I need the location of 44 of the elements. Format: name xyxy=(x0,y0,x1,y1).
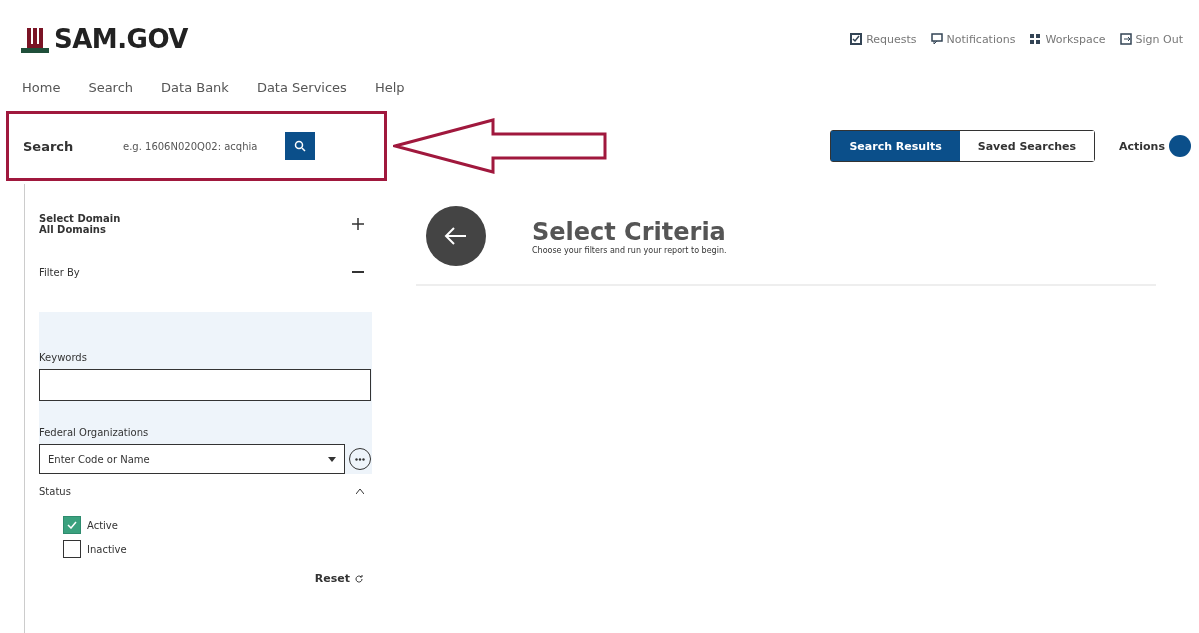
search-label: Search xyxy=(23,138,75,154)
chat-icon xyxy=(930,33,943,45)
search-icon xyxy=(294,140,306,152)
nav-link[interactable]: Help xyxy=(374,80,405,108)
criteria-subtitle: Choose your filters and run your report to begin. xyxy=(532,245,727,255)
hat-icon xyxy=(20,26,50,54)
header-link[interactable]: Workspace xyxy=(1029,32,1106,46)
nav-link[interactable]: Data Bank xyxy=(161,80,229,108)
view-tab[interactable]: Search Results xyxy=(831,131,960,161)
nav-link[interactable]: Search xyxy=(88,80,134,108)
reset-link[interactable]: Reset xyxy=(314,572,364,585)
nav-link[interactable]: Home xyxy=(22,80,61,108)
organization-dropdown[interactable]: Enter Code or Name xyxy=(39,444,345,474)
site-logo[interactable]: SAM.GOV xyxy=(54,24,188,54)
domain-title: Select Domain xyxy=(39,213,121,224)
keywords-field[interactable] xyxy=(39,369,371,401)
back-button[interactable] xyxy=(426,206,486,266)
search-button[interactable] xyxy=(285,132,315,160)
minus-icon[interactable] xyxy=(352,270,364,274)
criteria-title: Select Criteria xyxy=(532,217,727,246)
collapse-icon[interactable] xyxy=(356,488,364,494)
status-label: Status xyxy=(39,485,71,497)
caret-icon xyxy=(328,456,336,462)
actions-button[interactable]: Actions xyxy=(1119,135,1191,157)
status-option-label: Active xyxy=(87,519,118,531)
header-link[interactable]: Requests xyxy=(850,32,917,46)
plus-icon[interactable] xyxy=(352,218,364,230)
status-checkbox[interactable] xyxy=(63,540,81,558)
status-option-label: Inactive xyxy=(87,543,127,555)
refresh-icon xyxy=(354,573,364,584)
status-checkbox[interactable] xyxy=(63,516,81,534)
domain-value: All Domains xyxy=(39,224,107,235)
organizations-label: Federal Organizations xyxy=(39,427,150,438)
check-icon xyxy=(67,521,77,529)
header-link[interactable]: Notifications xyxy=(930,32,1016,46)
nav-link[interactable]: Data Services xyxy=(256,80,347,108)
grid-icon xyxy=(1029,33,1042,45)
header-link[interactable]: Sign Out xyxy=(1119,32,1183,46)
sign-out-icon xyxy=(1119,33,1132,45)
keywords-label: Keywords xyxy=(39,352,88,363)
checkbox-icon xyxy=(850,33,863,45)
actions-icon xyxy=(1169,135,1191,157)
filter-title: Filter By xyxy=(39,266,80,278)
back-arrow-icon xyxy=(444,226,468,246)
